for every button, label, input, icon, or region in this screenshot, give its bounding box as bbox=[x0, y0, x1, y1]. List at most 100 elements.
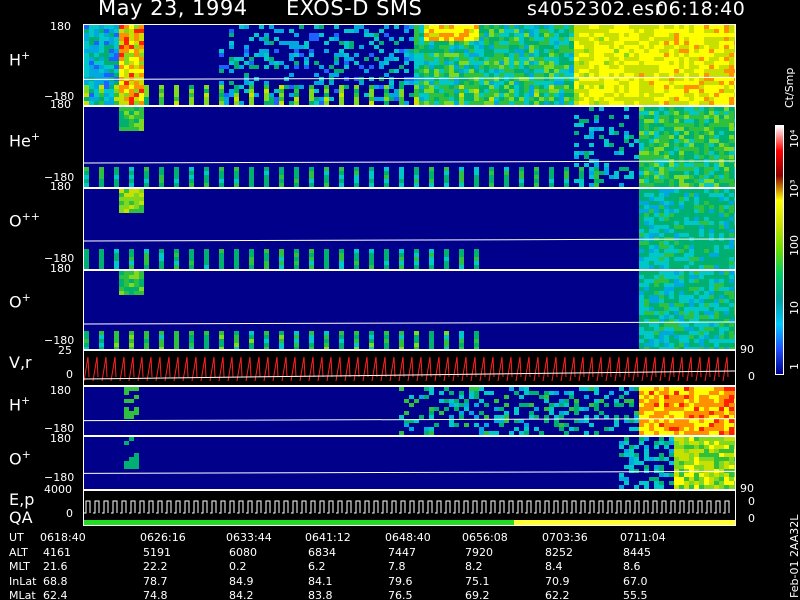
spectrogram-cells bbox=[84, 189, 735, 269]
footer-cell-ut-4: 0648:40 bbox=[385, 531, 431, 544]
footer-cell-mlat-3: 83.8 bbox=[308, 589, 333, 600]
colorbar-label-1: 1 bbox=[788, 363, 800, 370]
y-tick-max-5: 25 bbox=[58, 344, 72, 357]
panel-label-h-plus-2: H+ bbox=[9, 394, 31, 415]
spectrogram-cells bbox=[124, 387, 735, 435]
plot-instrument: EXOS-D SMS bbox=[286, 0, 423, 20]
footer-cell-inlat-4: 79.6 bbox=[388, 574, 413, 588]
energy-trace bbox=[84, 500, 730, 514]
footer-cell-ut-7: 0711:04 bbox=[620, 531, 666, 544]
side-text: Feb-01 2AA32L bbox=[788, 514, 800, 598]
y-tick-max-4: 180 bbox=[50, 262, 71, 275]
footer-cell-ut-2: 0633:44 bbox=[226, 531, 272, 544]
spectrogram-cells bbox=[84, 107, 735, 187]
footer-cell-alt-7: 8445 bbox=[623, 545, 651, 559]
footer-cell-mlat-7: 55.5 bbox=[623, 589, 648, 600]
plot-canvas: May 23, 1994 EXOS-D SMS s4052302.esr 06:… bbox=[0, 0, 800, 600]
footer-cell-mlt-5: 8.2 bbox=[465, 560, 483, 573]
colorbar-label-1e3: 10³ bbox=[788, 179, 800, 198]
footer-cell-mlt-6: 8.4 bbox=[545, 560, 563, 573]
spectrogram-cells bbox=[124, 437, 735, 489]
footer-row-label-mlt: MLT bbox=[9, 560, 30, 573]
colorbar-label-1e4: 10⁴ bbox=[788, 129, 800, 148]
qa-bar-marginal bbox=[514, 520, 735, 525]
footer-cell-ut-5: 0656:08 bbox=[462, 531, 508, 544]
y-tick-max-3: 180 bbox=[50, 180, 71, 193]
footer-cell-ut-6: 0703:36 bbox=[542, 531, 588, 544]
panel-ep-qa bbox=[83, 490, 736, 526]
reference-line bbox=[84, 160, 735, 164]
footer-cell-alt-6: 8252 bbox=[545, 545, 573, 559]
footer-cell-mlt-1: 22.2 bbox=[143, 560, 168, 573]
panel-vr bbox=[83, 350, 736, 386]
y-tick-max-7: 180 bbox=[50, 432, 71, 445]
footer-cell-inlat-5: 75.1 bbox=[465, 574, 490, 588]
footer-cell-alt-0: 4161 bbox=[43, 545, 71, 559]
footer-cell-inlat-7: 67.0 bbox=[623, 574, 648, 588]
footer-cell-mlat-5: 69.2 bbox=[465, 589, 490, 600]
footer-cell-ut-1: 0626:16 bbox=[140, 531, 186, 544]
footer-cell-alt-3: 6834 bbox=[308, 545, 336, 559]
colorbar-title: Ct/Smp bbox=[783, 67, 796, 108]
panel-label-he-plus: He+ bbox=[9, 130, 41, 151]
footer-cell-mlt-4: 7.8 bbox=[388, 560, 406, 573]
y-tick-max-8: 4000 bbox=[44, 483, 72, 496]
footer-cell-mlt-0: 21.6 bbox=[43, 560, 68, 573]
footer-cell-ut-3: 0641:12 bbox=[305, 531, 351, 544]
footer-cell-inlat-3: 84.1 bbox=[308, 574, 333, 588]
footer-row-label-ut: UT bbox=[9, 531, 24, 544]
panel-label-vr: V,r bbox=[9, 353, 32, 372]
panel-o-plus-2 bbox=[83, 436, 736, 490]
right-tick-zero-8: 0 bbox=[748, 512, 755, 525]
footer-cell-mlt-7: 8.6 bbox=[623, 560, 641, 573]
footer-cell-inlat-6: 70.9 bbox=[545, 574, 570, 588]
footer-cell-ut-0: 0618:40 bbox=[40, 531, 86, 544]
colorbar-label-10: 10 bbox=[788, 301, 800, 315]
footer-row-label-mlat: MLat bbox=[9, 589, 36, 600]
right-tick-min-5: 0 bbox=[748, 370, 755, 383]
reference-line bbox=[84, 238, 735, 242]
qa-bar-good bbox=[84, 520, 514, 525]
footer-cell-mlt-2: 0.2 bbox=[229, 560, 247, 573]
spectrogram-cells bbox=[84, 271, 735, 349]
plot-time: 06:18:40 bbox=[656, 0, 746, 20]
y-tick-min-8: 0 bbox=[66, 507, 73, 520]
panel-he-plus bbox=[83, 106, 736, 188]
footer-cell-alt-4: 7447 bbox=[388, 545, 416, 559]
panel-h-plus-1 bbox=[83, 24, 736, 106]
panel-label-o-plus-2: O+ bbox=[9, 448, 31, 469]
panel-label-ep: E,p bbox=[9, 490, 35, 509]
footer-cell-mlt-3: 6.2 bbox=[308, 560, 326, 573]
panel-o-plus-plus bbox=[83, 188, 736, 270]
footer-row-label-inlat: InLat bbox=[9, 574, 37, 588]
footer-cell-inlat-2: 84.9 bbox=[229, 574, 254, 588]
right-tick-max-8: 90 bbox=[740, 482, 754, 495]
footer-cell-mlat-4: 76.5 bbox=[388, 589, 413, 600]
footer-cell-inlat-0: 68.8 bbox=[43, 574, 68, 588]
panel-h-plus-2 bbox=[83, 386, 736, 436]
y-tick-max-2: 180 bbox=[50, 98, 71, 111]
panel-label-o-plus-plus: O++ bbox=[9, 210, 41, 231]
spectrogram-cells bbox=[84, 25, 735, 105]
right-tick-min-8: 0 bbox=[748, 495, 755, 508]
footer-cell-alt-2: 6080 bbox=[229, 545, 257, 559]
footer-cell-mlat-6: 62.2 bbox=[545, 589, 570, 600]
footer-cell-alt-1: 5191 bbox=[143, 545, 171, 559]
panel-label-o-plus-1: O+ bbox=[9, 291, 31, 312]
footer-cell-inlat-1: 78.7 bbox=[143, 574, 168, 588]
panel-label-qa: QA bbox=[9, 508, 33, 527]
footer-row-label-alt: ALT bbox=[9, 545, 28, 559]
footer-cell-mlat-1: 74.8 bbox=[143, 589, 168, 600]
footer-cell-mlat-2: 84.2 bbox=[229, 589, 254, 600]
y-tick-max-1: 180 bbox=[50, 20, 71, 33]
panel-label-h-plus-1: H+ bbox=[9, 49, 31, 70]
footer-cell-mlat-0: 62.4 bbox=[43, 589, 68, 600]
plot-file: s4052302.esr bbox=[527, 0, 663, 20]
y-tick-max-6: 180 bbox=[50, 384, 71, 397]
y-tick-min-5: 0 bbox=[66, 368, 73, 381]
colorbar bbox=[775, 125, 784, 375]
plot-date: May 23, 1994 bbox=[98, 0, 248, 20]
colorbar-label-100: 100 bbox=[788, 235, 800, 256]
right-tick-max-5: 90 bbox=[740, 343, 754, 356]
footer-cell-alt-5: 7920 bbox=[465, 545, 493, 559]
